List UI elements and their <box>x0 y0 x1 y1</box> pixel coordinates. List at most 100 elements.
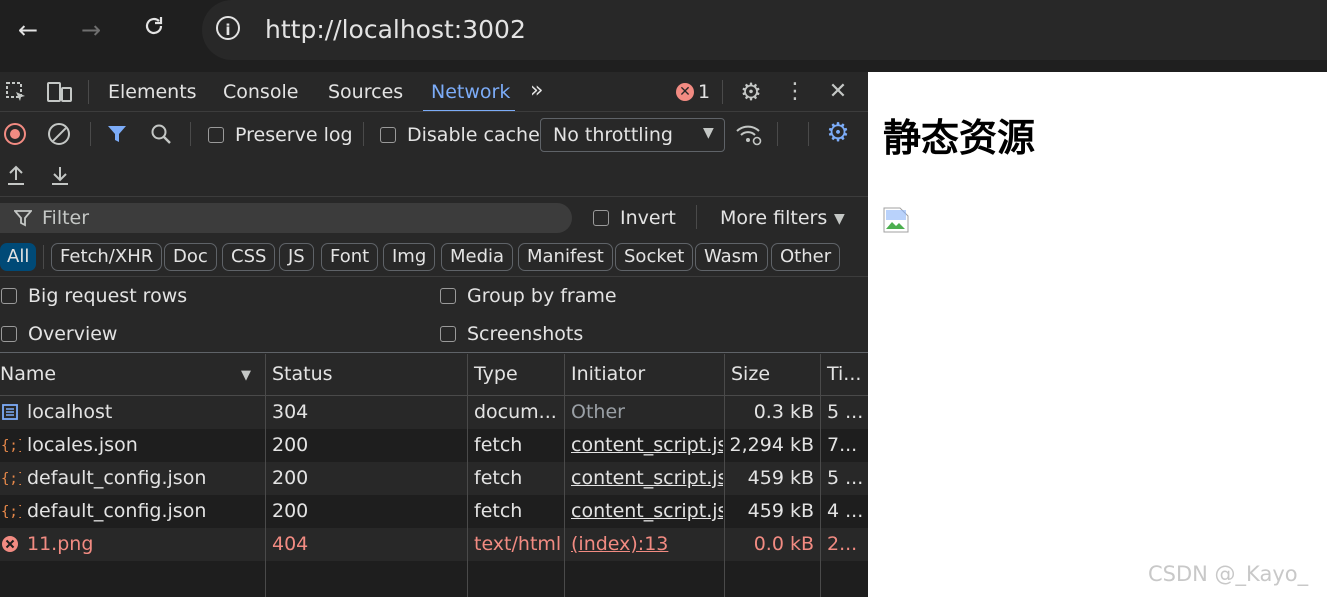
cell-name: localhost <box>27 401 113 423</box>
device-toolbar-icon[interactable] <box>46 80 74 111</box>
cell-time: 7... <box>827 434 858 456</box>
cell-size: 459 kB <box>747 500 814 522</box>
inspect-element-icon[interactable] <box>3 80 29 111</box>
back-button[interactable]: ← <box>12 14 44 46</box>
divider <box>696 205 697 229</box>
invert-label: Invert <box>620 207 676 229</box>
cell-name: 11.png <box>27 533 94 555</box>
column-time-header[interactable]: Ti... <box>827 362 861 386</box>
type-filter-other[interactable]: Other <box>771 243 841 271</box>
cell-initiator[interactable]: content_script.js:4 <box>571 433 723 457</box>
big-request-rows-checkbox[interactable] <box>1 288 17 304</box>
type-filter-js[interactable]: JS <box>279 243 314 271</box>
cell-initiator[interactable]: (index):13 <box>571 532 723 556</box>
site-info-icon[interactable]: i <box>216 16 240 40</box>
invert-checkbox[interactable] <box>593 210 609 226</box>
divider <box>363 122 364 146</box>
divider <box>88 80 89 104</box>
url-text[interactable]: http://localhost:3002 <box>265 14 526 46</box>
cell-initiator[interactable]: content_script.js:4 <box>571 466 723 490</box>
network-conditions-icon[interactable] <box>735 123 763 151</box>
filter-funnel-icon[interactable] <box>107 124 127 148</box>
cell-size: 2,294 kB <box>729 434 814 456</box>
export-har-icon[interactable] <box>49 164 71 190</box>
record-icon <box>10 129 20 139</box>
more-options-icon[interactable]: ⋮ <box>783 79 807 105</box>
disable-cache-label: Disable cache <box>407 124 540 146</box>
type-filter-img[interactable]: Img <box>383 243 436 271</box>
column-divider <box>820 354 821 597</box>
type-filter-css[interactable]: CSS <box>222 243 276 271</box>
divider <box>90 122 91 146</box>
json-icon: {;} <box>1 436 26 458</box>
error-count[interactable]: 1 <box>698 80 710 104</box>
import-har-icon[interactable] <box>5 164 27 190</box>
cell-status: 200 <box>272 434 309 456</box>
type-filter-font[interactable]: Font <box>321 243 379 271</box>
filter-input[interactable]: Filter <box>0 203 572 233</box>
svg-text:{;}: {;} <box>1 438 21 454</box>
forward-button[interactable]: → <box>75 14 107 46</box>
column-initiator-header[interactable]: Initiator <box>571 362 645 386</box>
network-settings-gear-icon[interactable]: ⚙ <box>824 120 852 146</box>
json-icon: {;} <box>1 469 26 491</box>
more-tabs-button[interactable]: » <box>530 79 543 103</box>
disable-cache-checkbox[interactable] <box>380 127 396 143</box>
cell-time: 2... <box>827 533 858 555</box>
column-size-header[interactable]: Size <box>731 362 770 386</box>
tab-console[interactable]: Console <box>223 80 298 104</box>
type-filter-manifest[interactable]: Manifest <box>518 243 613 271</box>
preserve-log-label: Preserve log <box>235 124 353 146</box>
column-divider <box>724 354 725 597</box>
chevron-down-icon: ▼ <box>703 125 714 141</box>
cell-status: 200 <box>272 467 309 489</box>
overview-checkbox[interactable] <box>1 326 17 342</box>
cell-initiator: Other <box>571 401 625 423</box>
clear-button[interactable] <box>48 123 70 145</box>
preserve-log-checkbox[interactable] <box>208 127 224 143</box>
reload-button[interactable] <box>138 14 170 46</box>
cell-size: 0.3 kB <box>753 401 814 423</box>
type-filter-socket[interactable]: Socket <box>615 243 694 271</box>
error-icon <box>1 535 19 557</box>
cell-type: fetch <box>474 467 523 489</box>
screenshots-checkbox[interactable] <box>440 326 456 342</box>
tab-elements[interactable]: Elements <box>108 80 197 104</box>
divider <box>0 352 868 353</box>
settings-gear-icon[interactable]: ⚙ <box>738 79 764 105</box>
column-divider <box>265 354 266 597</box>
clear-icon <box>50 125 68 143</box>
cell-type: docum... <box>474 401 557 423</box>
cell-type: fetch <box>474 434 523 456</box>
column-name-header[interactable]: Name <box>0 362 56 386</box>
broken-image-icon <box>883 207 909 233</box>
type-filter-media[interactable]: Media <box>441 243 514 271</box>
tab-sources[interactable]: Sources <box>328 80 403 104</box>
cell-name: default_config.json <box>27 467 207 489</box>
throttling-value: No throttling <box>553 124 673 146</box>
more-filters-button[interactable]: More filters <box>720 206 827 230</box>
type-filter-all[interactable]: All <box>0 243 36 271</box>
cell-initiator[interactable]: content_script.js:4 <box>571 499 723 523</box>
type-filter-wasm[interactable]: Wasm <box>695 243 768 271</box>
divider <box>722 80 723 104</box>
sort-descending-icon[interactable]: ▼ <box>241 368 251 383</box>
type-filter-doc[interactable]: Doc <box>164 243 217 271</box>
big-request-rows-label: Big request rows <box>28 285 188 307</box>
svg-text:{;}: {;} <box>1 471 21 487</box>
page-heading: 静态资源 <box>883 116 1036 160</box>
type-filter-fetch-xhr[interactable]: Fetch/XHR <box>51 243 163 271</box>
throttling-select[interactable]: No throttling ▼ <box>540 118 725 152</box>
screenshots-label: Screenshots <box>467 323 584 345</box>
close-devtools-icon[interactable]: ✕ <box>826 79 850 105</box>
cell-status: 304 <box>272 401 309 423</box>
column-status-header[interactable]: Status <box>272 362 333 386</box>
column-type-header[interactable]: Type <box>474 362 518 386</box>
search-icon[interactable] <box>150 123 172 149</box>
group-by-frame-checkbox[interactable] <box>440 288 456 304</box>
table-empty-area <box>0 561 868 597</box>
tab-network[interactable]: Network <box>431 80 510 104</box>
error-icon[interactable]: ✕ <box>676 83 694 101</box>
divider <box>777 122 778 146</box>
record-button[interactable] <box>4 123 26 145</box>
